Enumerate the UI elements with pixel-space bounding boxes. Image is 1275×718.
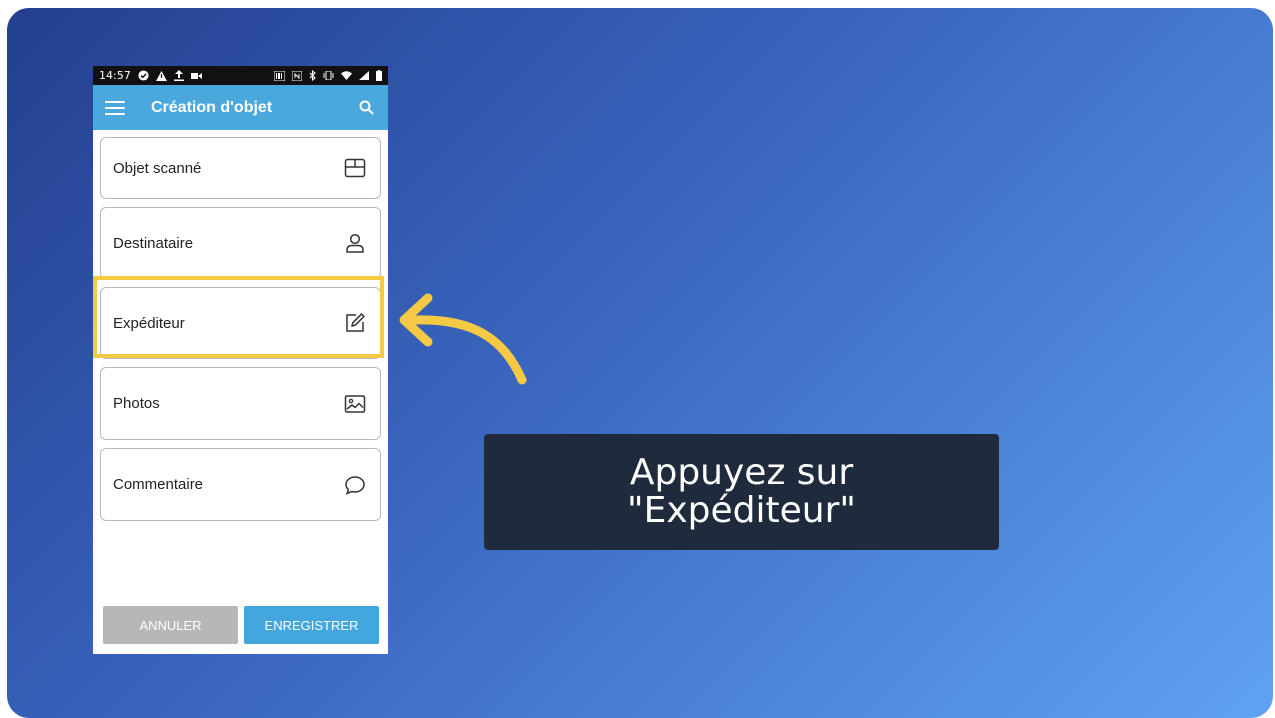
list-item-label: Photos (113, 395, 160, 412)
warning-icon (155, 70, 167, 81)
tutorial-background: 14:57 Création d'objet Objet scanné Dest… (7, 8, 1273, 718)
status-bar: 14:57 (93, 66, 388, 85)
page-title: Création d'objet (151, 98, 273, 116)
user-icon (346, 233, 364, 253)
list-item-photos[interactable]: Photos (100, 367, 381, 440)
wifi-icon (341, 71, 352, 80)
vibrate-icon (323, 71, 334, 80)
callout-line-2: "Expéditeur" (627, 490, 856, 531)
list-item-label: Commentaire (113, 476, 204, 493)
list-item-label: Destinataire (113, 234, 194, 252)
instruction-callout: Appuyez sur "Expéditeur" (484, 434, 999, 550)
battery-icon (376, 70, 382, 81)
list-item-objet-scanne[interactable]: Objet scanné (100, 137, 381, 199)
action-buttons: ANNULER ENREGISTRER (103, 606, 379, 644)
edit-icon (346, 313, 365, 332)
bluetooth-icon (309, 70, 316, 81)
status-time: 14:57 (99, 69, 131, 82)
box-icon (344, 158, 366, 178)
nfc-icon (292, 70, 302, 81)
item-list: Objet scanné Destinataire Expéditeur Pho… (93, 130, 388, 521)
signal-icon (359, 71, 369, 80)
list-item-expediteur[interactable]: Expéditeur (100, 287, 381, 359)
list-item-commentaire[interactable]: Commentaire (100, 448, 381, 521)
list-item-destinataire[interactable]: Destinataire (100, 207, 381, 279)
menu-icon[interactable] (105, 100, 125, 115)
list-item-label: Expéditeur (113, 314, 185, 332)
comment-icon (345, 475, 365, 495)
save-button[interactable]: ENREGISTRER (244, 606, 379, 644)
search-icon[interactable] (358, 99, 376, 117)
app-bar: Création d'objet (93, 85, 388, 130)
curved-arrow-icon (399, 293, 527, 385)
upload-icon (173, 70, 184, 81)
check-circle-icon (138, 70, 149, 81)
barcode-icon (274, 70, 285, 81)
phone-screenshot: 14:57 Création d'objet Objet scanné Dest… (93, 66, 388, 654)
list-item-label: Objet scanné (113, 159, 202, 177)
image-icon (344, 394, 366, 413)
callout-line-1: Appuyez sur (629, 452, 854, 493)
cancel-button[interactable]: ANNULER (103, 606, 238, 644)
video-icon (190, 72, 202, 79)
